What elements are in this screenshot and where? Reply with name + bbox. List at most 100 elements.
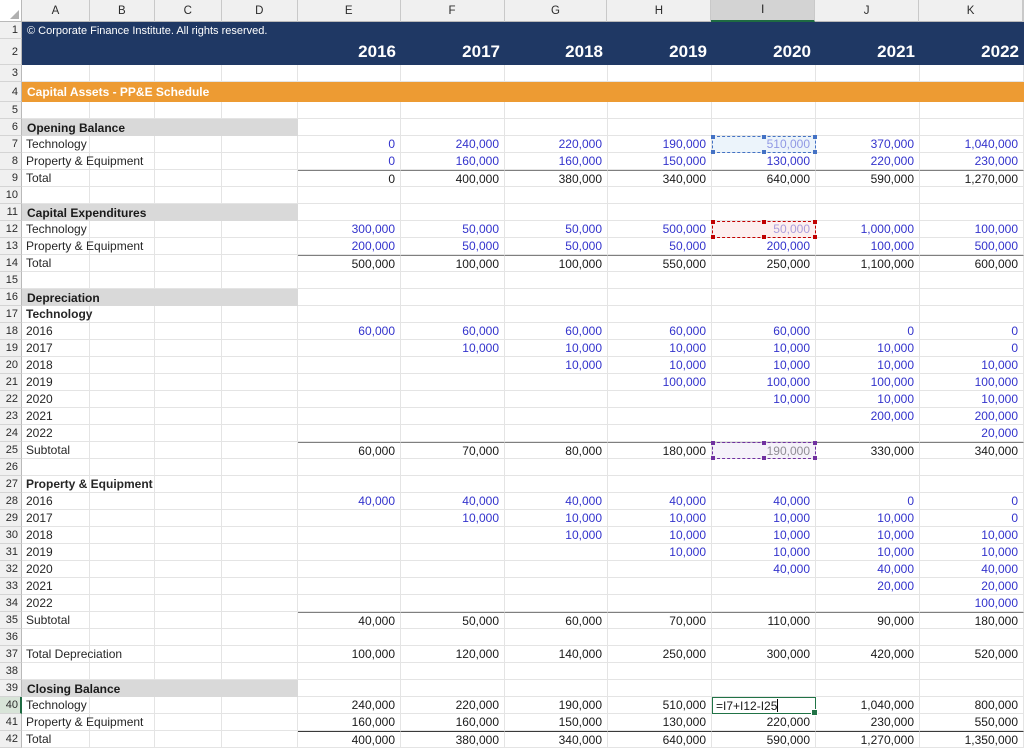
cell-K42[interactable]: 1,350,000 <box>920 731 1024 748</box>
cell-G20[interactable]: 10,000 <box>505 357 608 374</box>
cell-J37[interactable]: 420,000 <box>816 646 920 663</box>
cell-D34[interactable] <box>222 595 298 612</box>
cell-J32[interactable]: 40,000 <box>816 561 920 578</box>
cell-B24[interactable] <box>90 425 155 442</box>
cell-K7[interactable]: 1,040,000 <box>920 136 1024 153</box>
cell-A20[interactable]: 2018 <box>22 357 90 374</box>
cell-J4[interactable] <box>816 82 920 102</box>
cell-F37[interactable]: 120,000 <box>401 646 505 663</box>
cell-E33[interactable] <box>298 578 401 595</box>
cell-J34[interactable] <box>816 595 920 612</box>
cell-D7[interactable] <box>222 136 298 153</box>
cell-J1[interactable] <box>816 22 920 39</box>
cell-K21[interactable]: 100,000 <box>920 374 1024 391</box>
row-header-21[interactable]: 21 <box>0 374 22 391</box>
cell-B2[interactable] <box>90 39 155 65</box>
cell-G33[interactable] <box>505 578 608 595</box>
cell-E25[interactable]: 60,000 <box>298 442 401 459</box>
cell-D26[interactable] <box>222 459 298 476</box>
cell-A39[interactable] <box>22 680 90 697</box>
cell-A34[interactable]: 2022 <box>22 595 90 612</box>
cell-A30[interactable]: 2018 <box>22 527 90 544</box>
cell-I12[interactable]: 50,000 <box>712 221 816 238</box>
cell-C41[interactable] <box>155 714 222 731</box>
row-header-18[interactable]: 18 <box>0 323 22 340</box>
cell-B42[interactable] <box>90 731 155 748</box>
cell-E37[interactable]: 100,000 <box>298 646 401 663</box>
cell-F23[interactable] <box>401 408 505 425</box>
cell-F6[interactable] <box>401 119 505 136</box>
cell-A6[interactable] <box>22 119 90 136</box>
cell-G39[interactable] <box>505 680 608 697</box>
cell-F36[interactable] <box>401 629 505 646</box>
cell-I7[interactable]: 510,000 <box>712 136 816 153</box>
cell-A31[interactable]: 2019 <box>22 544 90 561</box>
cell-B4[interactable] <box>90 82 155 102</box>
row-header-34[interactable]: 34 <box>0 595 22 612</box>
row-header-42[interactable]: 42 <box>0 731 22 748</box>
cell-F39[interactable] <box>401 680 505 697</box>
column-header-a[interactable]: A <box>22 0 90 22</box>
cell-H41[interactable]: 130,000 <box>608 714 712 731</box>
cell-D16[interactable] <box>222 289 298 306</box>
cell-A2[interactable] <box>22 39 90 65</box>
row-header-26[interactable]: 26 <box>0 459 22 476</box>
cell-E31[interactable] <box>298 544 401 561</box>
cell-J17[interactable] <box>816 306 920 323</box>
cell-G24[interactable] <box>505 425 608 442</box>
cell-D39[interactable] <box>222 680 298 697</box>
cell-J42[interactable]: 1,270,000 <box>816 731 920 748</box>
cell-C42[interactable] <box>155 731 222 748</box>
cell-B1[interactable] <box>90 22 155 39</box>
row-header-13[interactable]: 13 <box>0 238 22 255</box>
cell-C18[interactable] <box>155 323 222 340</box>
cell-J8[interactable]: 220,000 <box>816 153 920 170</box>
cell-B29[interactable] <box>90 510 155 527</box>
cell-G7[interactable]: 220,000 <box>505 136 608 153</box>
cell-A24[interactable]: 2022 <box>22 425 90 442</box>
cell-C19[interactable] <box>155 340 222 357</box>
cell-A27[interactable]: Property & Equipment <box>22 476 90 493</box>
cell-I13[interactable]: 200,000 <box>712 238 816 255</box>
cell-J33[interactable]: 20,000 <box>816 578 920 595</box>
cell-D42[interactable] <box>222 731 298 748</box>
cell-F41[interactable]: 160,000 <box>401 714 505 731</box>
cell-K3[interactable] <box>920 65 1024 82</box>
cell-J6[interactable] <box>816 119 920 136</box>
cell-A11[interactable] <box>22 204 90 221</box>
cell-I22[interactable]: 10,000 <box>712 391 816 408</box>
cell-J9[interactable]: 590,000 <box>816 170 920 187</box>
cell-G38[interactable] <box>505 663 608 680</box>
cell-H10[interactable] <box>608 187 712 204</box>
cell-B32[interactable] <box>90 561 155 578</box>
cell-D14[interactable] <box>222 255 298 272</box>
cell-F17[interactable] <box>401 306 505 323</box>
cell-G4[interactable] <box>505 82 608 102</box>
cell-B38[interactable] <box>90 663 155 680</box>
cell-D5[interactable] <box>222 102 298 119</box>
cell-I27[interactable] <box>712 476 816 493</box>
cell-I4[interactable] <box>712 82 816 102</box>
cell-A13[interactable]: Property & Equipment <box>22 238 90 255</box>
cell-E30[interactable] <box>298 527 401 544</box>
cell-J7[interactable]: 370,000 <box>816 136 920 153</box>
cell-I37[interactable]: 300,000 <box>712 646 816 663</box>
cell-B11[interactable] <box>90 204 155 221</box>
cell-K16[interactable] <box>920 289 1024 306</box>
cell-D1[interactable] <box>222 22 298 39</box>
cell-J14[interactable]: 1,100,000 <box>816 255 920 272</box>
cell-K6[interactable] <box>920 119 1024 136</box>
cell-G37[interactable]: 140,000 <box>505 646 608 663</box>
cell-H6[interactable] <box>608 119 712 136</box>
cell-K39[interactable] <box>920 680 1024 697</box>
row-header-41[interactable]: 41 <box>0 714 22 731</box>
cell-H3[interactable] <box>608 65 712 82</box>
cell-J20[interactable]: 10,000 <box>816 357 920 374</box>
cell-D35[interactable] <box>222 612 298 629</box>
cell-C7[interactable] <box>155 136 222 153</box>
cell-H7[interactable]: 190,000 <box>608 136 712 153</box>
cell-E34[interactable] <box>298 595 401 612</box>
cell-K27[interactable] <box>920 476 1024 493</box>
cell-C32[interactable] <box>155 561 222 578</box>
cell-E9[interactable]: 0 <box>298 170 401 187</box>
